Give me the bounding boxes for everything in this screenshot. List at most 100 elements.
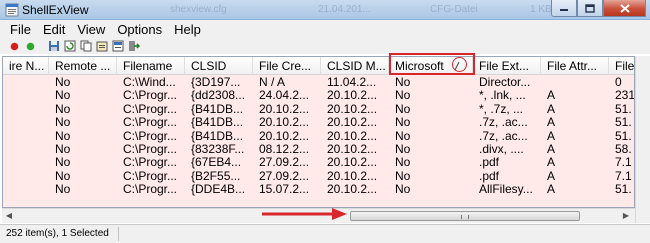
table-cell: *, .lnk, ... bbox=[479, 89, 526, 103]
table-row[interactable]: No C:\Progr... {B2F55... 27.09.2... 20.10.2.… bbox=[3, 169, 634, 183]
table-cell: No bbox=[55, 89, 71, 103]
table-cell bbox=[3, 170, 49, 183]
column-header[interactable]: File bbox=[609, 57, 634, 75]
table-cell: {3D197... bbox=[191, 76, 241, 89]
table-cell: A bbox=[547, 102, 556, 116]
table-row[interactable]: No C:\Progr... {B41DB... 20.10.2... 20.10.2.… bbox=[3, 116, 634, 130]
table-cell: {B41DB... bbox=[191, 116, 244, 130]
column-header[interactable]: File Cre... bbox=[253, 57, 321, 75]
toolbar bbox=[0, 38, 650, 54]
save-button[interactable] bbox=[47, 40, 60, 53]
table-row[interactable]: No C:\Progr... {dd2308... 24.04.2... 20.10.2… bbox=[3, 89, 634, 103]
table-cell: C:\Progr... bbox=[123, 102, 178, 116]
minimize-button[interactable] bbox=[551, 0, 577, 17]
table-cell: 20.10.2... bbox=[259, 129, 310, 143]
column-header[interactable]: CLSID M... bbox=[321, 57, 389, 75]
table-cell: A bbox=[547, 183, 556, 197]
table-row[interactable]: No C:\Wind... {3D197... N / A 11.04.2... No Di… bbox=[3, 76, 634, 89]
table-cell: 20.10.2... bbox=[259, 102, 310, 116]
refresh-button[interactable] bbox=[63, 40, 76, 53]
table-cell: No bbox=[395, 142, 411, 156]
table-row[interactable]: No C:\Progr... {B41DB... 20.10.2... 20.10.2.… bbox=[3, 102, 634, 116]
table-row[interactable]: No C:\Progr... {B41DB... 20.10.2... 20.10.2.… bbox=[3, 129, 634, 143]
table-cell: 20.10.2... bbox=[259, 116, 310, 130]
table-cell: No bbox=[55, 102, 71, 116]
save-icon bbox=[48, 41, 59, 51]
column-header[interactable]: Remote ... bbox=[49, 57, 117, 75]
disable-button[interactable] bbox=[8, 40, 21, 53]
table-row[interactable]: No C:\Progr... {67EB4... 27.09.2... 20.10.2.… bbox=[3, 156, 634, 170]
table-cell bbox=[3, 116, 49, 129]
scroll-left-icon[interactable]: ◀ bbox=[4, 211, 14, 221]
table-cell bbox=[3, 183, 49, 196]
horizontal-scrollbar[interactable]: ◀ ▶ bbox=[2, 208, 635, 223]
status-text: 252 item(s), 1 Selected bbox=[6, 228, 109, 239]
table-cell: A bbox=[547, 169, 556, 183]
column-header[interactable]: File Ext... bbox=[473, 57, 541, 75]
maximize-icon bbox=[585, 3, 595, 13]
vertical-scrollbar[interactable] bbox=[635, 56, 650, 223]
column-header[interactable]: ire N... bbox=[3, 57, 49, 75]
menu-file[interactable]: File bbox=[4, 22, 37, 37]
table-cell bbox=[3, 156, 49, 169]
background-window-text: 1 KB bbox=[530, 4, 552, 15]
enable-button[interactable] bbox=[24, 40, 37, 53]
table-cell: C:\Progr... bbox=[123, 116, 178, 130]
grip-icon bbox=[461, 215, 469, 219]
menu-view[interactable]: View bbox=[71, 22, 111, 37]
table-cell: No bbox=[55, 183, 71, 197]
refresh-icon bbox=[64, 40, 75, 52]
properties-button[interactable] bbox=[95, 40, 108, 53]
table-cell: 27.09.2... bbox=[259, 156, 310, 170]
list-body: No C:\Wind... {3D197... N / A 11.04.2... No Di… bbox=[3, 76, 634, 197]
column-header-label: Microsoft bbox=[395, 59, 444, 73]
table-cell: A bbox=[547, 129, 556, 143]
table-cell: No bbox=[395, 89, 411, 103]
table-cell: 20.10.2... bbox=[327, 183, 378, 197]
table-cell: No bbox=[395, 76, 411, 89]
status-bar: 252 item(s), 1 Selected bbox=[0, 224, 650, 243]
close-button[interactable] bbox=[603, 0, 646, 17]
table-cell: No bbox=[55, 116, 71, 130]
table-cell: Director... bbox=[479, 76, 531, 89]
table-cell: 51. bbox=[615, 102, 632, 116]
shell-extensions-list[interactable]: ire N... Remote ... Filename CLSID File … bbox=[2, 56, 635, 208]
exit-button[interactable] bbox=[127, 40, 140, 53]
menu-edit[interactable]: Edit bbox=[37, 22, 71, 37]
table-cell bbox=[3, 130, 49, 143]
table-cell: 0 bbox=[615, 76, 622, 89]
table-cell: C:\Progr... bbox=[123, 156, 178, 170]
table-cell: C:\Progr... bbox=[123, 89, 178, 103]
table-cell: 51. bbox=[615, 183, 632, 197]
column-header[interactable]: Filename bbox=[117, 57, 185, 75]
scrollbar-thumb[interactable] bbox=[350, 211, 580, 221]
column-header[interactable]: CLSID bbox=[185, 57, 253, 75]
table-cell: No bbox=[55, 142, 71, 156]
table-cell: C:\Progr... bbox=[123, 169, 178, 183]
table-row[interactable]: No C:\Progr... {83238F... 08.12.2... 20.10.2… bbox=[3, 142, 634, 156]
table-cell: C:\Progr... bbox=[123, 183, 178, 197]
menu-options[interactable]: Options bbox=[111, 22, 168, 37]
scroll-right-icon[interactable]: ▶ bbox=[621, 211, 631, 221]
list-header: ire N... Remote ... Filename CLSID File … bbox=[3, 57, 634, 75]
sort-arrow-icon bbox=[454, 61, 460, 71]
table-cell: No bbox=[395, 169, 411, 183]
html-report-button[interactable] bbox=[111, 40, 124, 53]
table-row[interactable]: No C:\Progr... {DDE4B... 15.07.2... 20.10.2.… bbox=[3, 183, 634, 197]
table-cell bbox=[3, 103, 49, 116]
window-title: ShellExView bbox=[22, 3, 89, 17]
table-cell: C:\Wind... bbox=[123, 76, 176, 89]
menu-help[interactable]: Help bbox=[168, 22, 207, 37]
table-cell: C:\Progr... bbox=[123, 129, 178, 143]
copy-button[interactable] bbox=[79, 40, 92, 53]
table-cell: {67EB4... bbox=[191, 156, 242, 170]
table-cell: *, .7z, ... bbox=[479, 102, 524, 116]
maximize-button[interactable] bbox=[577, 0, 603, 17]
table-cell: 7.1 bbox=[615, 156, 632, 170]
table-cell: No bbox=[395, 183, 411, 197]
column-header-microsoft[interactable]: Microsoft bbox=[389, 57, 473, 75]
table-cell: 08.12.2... bbox=[259, 142, 310, 156]
table-cell: 20.10.2... bbox=[327, 129, 378, 143]
properties-icon bbox=[96, 41, 107, 52]
column-header[interactable]: File Attr... bbox=[541, 57, 609, 75]
